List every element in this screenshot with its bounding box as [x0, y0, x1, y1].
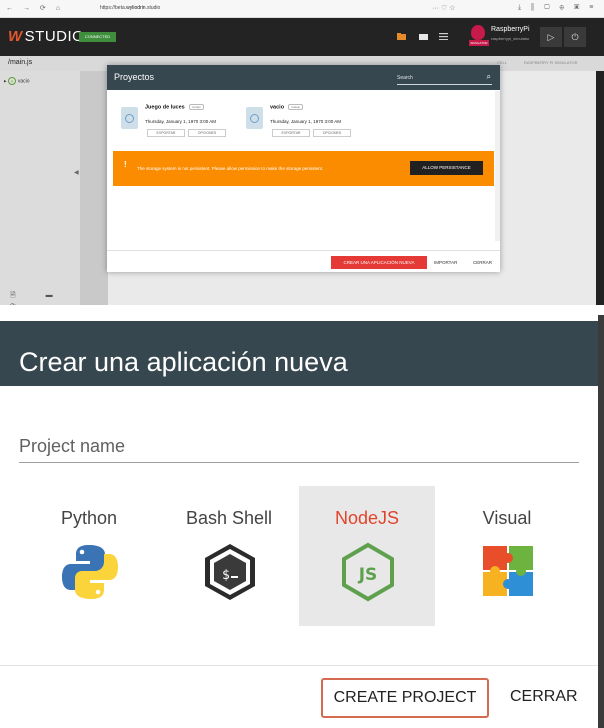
nodejs-small-icon: js [7, 77, 16, 85]
project-sidebar: ▸ jsvacio 🗎 ▬ ⟳ [0, 71, 80, 305]
project-search-input[interactable]: Search ⌕ [397, 71, 492, 85]
dialog-footer-divider [0, 665, 598, 666]
close-button[interactable]: CERRAR [473, 260, 492, 265]
language-label: Visual [482, 508, 532, 528]
project-name-input[interactable] [19, 431, 579, 463]
ide-screenshot: ← → ⟳ ⌂ https://beta.wyliodrin.studio ··… [0, 0, 604, 305]
bookmark-icons[interactable]: ··· ♡ ☆ [432, 4, 455, 12]
language-option-bash[interactable]: Bash Shell $ [161, 486, 297, 626]
language-label: NodeJS [334, 508, 400, 528]
device-name: RaspberryPi [491, 26, 530, 33]
language-option-visual[interactable]: Visual [439, 486, 575, 626]
svg-text:$: $ [222, 568, 230, 583]
language-option-nodejs[interactable]: NodeJS JS [299, 486, 435, 626]
address-bar[interactable]: https://beta.wyliodrin.studio [100, 5, 160, 11]
collapse-arrow-icon[interactable]: ◀ [74, 169, 79, 176]
project-date: Thursday, January 1, 1970 3:00 AM [145, 119, 216, 124]
export-button[interactable]: EXPORTAR [147, 129, 185, 137]
project-name: vacio nodejs [270, 104, 303, 110]
warning-text: The storage system is not persistent. Pl… [137, 166, 324, 171]
app-header: W STUDIO CONNECTED SIMULATOR RaspberryPi … [0, 18, 604, 56]
dialog-header: Crear una aplicación nueva [0, 321, 598, 386]
menu-icon[interactable] [439, 33, 448, 40]
language-label: Python [60, 508, 118, 528]
power-button[interactable]: ⏻ [564, 27, 586, 47]
create-new-app-button[interactable]: CREAR UNA APLICACIÓN NUEVA [331, 256, 427, 269]
dialog-title: Crear una aplicación nueva [19, 347, 348, 377]
folder-icon[interactable] [397, 33, 406, 40]
project-card[interactable]: vacio nodejs Thursday, January 1, 1970 3:… [244, 104, 359, 142]
panel-splitter[interactable]: ◀ [74, 71, 108, 305]
language-label: Bash Shell [185, 508, 273, 528]
dialog-edge [598, 315, 604, 728]
browser-extension-icons[interactable]: ⤓ ⫼ ▢ ⊕ ▣ ≡ [518, 4, 597, 12]
right-panel [596, 71, 604, 305]
storage-warning-banner: ! The storage system is not persistent. … [113, 151, 494, 186]
close-dialog-button[interactable]: CERRAR [510, 688, 578, 706]
project-card[interactable]: Juego de luces nodejs Thursday, January 1… [119, 104, 234, 142]
visual-puzzle-icon [483, 546, 533, 596]
studio-logo: W STUDIO [8, 28, 85, 45]
raspberry-pi-icon [471, 25, 485, 40]
sidebar-tools[interactable]: 🗎 ▬ ⟳ [10, 291, 80, 305]
modal-title: Proyectos [114, 72, 155, 82]
project-name: Juego de luces nodejs [145, 104, 204, 110]
export-button[interactable]: EXPORTAR [272, 129, 310, 137]
modal-footer: CREAR UNA APLICACIÓN NUEVA IMPORTAR CERR… [107, 250, 500, 272]
svg-text:JS: JS [358, 565, 378, 585]
project-file-icon [121, 107, 138, 129]
search-icon[interactable]: ⌕ [487, 72, 491, 82]
project-file-icon [246, 107, 263, 129]
modal-header: Proyectos Search ⌕ [107, 65, 500, 90]
options-button[interactable]: OPCIONES [188, 129, 226, 137]
browser-nav-icons[interactable]: ← → ⟳ ⌂ [6, 4, 64, 12]
simulator-tab[interactable]: RASPBERRY PI SIMULATOR [524, 60, 578, 65]
device-tag: SIMULATOR [469, 40, 489, 46]
sidebar-project-item[interactable]: ▸ js vacio [4, 77, 30, 85]
modal-scrollbar[interactable] [495, 91, 500, 241]
create-project-button[interactable]: CREATE PROJECT [321, 678, 489, 718]
run-button[interactable]: ▷ [540, 27, 562, 47]
language-option-python[interactable]: Python [21, 486, 157, 626]
create-app-dialog: Crear una aplicación nueva Python Bash S… [0, 305, 604, 728]
file-tab[interactable]: /main.js [8, 59, 32, 66]
bash-icon: $ [205, 544, 255, 600]
warning-icon: ! [124, 160, 127, 169]
import-button[interactable]: IMPORTAR [434, 260, 457, 265]
projects-icon[interactable] [419, 33, 428, 40]
connection-status-badge: CONNECTED [79, 32, 116, 42]
project-date: Thursday, January 1, 1970 3:00 AM [270, 119, 341, 124]
nodejs-icon: JS [342, 542, 394, 602]
browser-toolbar: ← → ⟳ ⌂ https://beta.wyliodrin.studio ··… [0, 0, 604, 18]
python-icon [62, 545, 118, 599]
device-subtitle: raspberrypi_simulator [491, 36, 530, 41]
device-selector[interactable]: SIMULATOR RaspberryPi raspberrypi_simula… [467, 24, 535, 50]
options-button[interactable]: OPCIONES [313, 129, 351, 137]
projects-modal: Proyectos Search ⌕ Juego de luces nodejs … [107, 65, 500, 272]
allow-persistance-button[interactable]: ALLOW PERSISTANCE [410, 161, 483, 175]
